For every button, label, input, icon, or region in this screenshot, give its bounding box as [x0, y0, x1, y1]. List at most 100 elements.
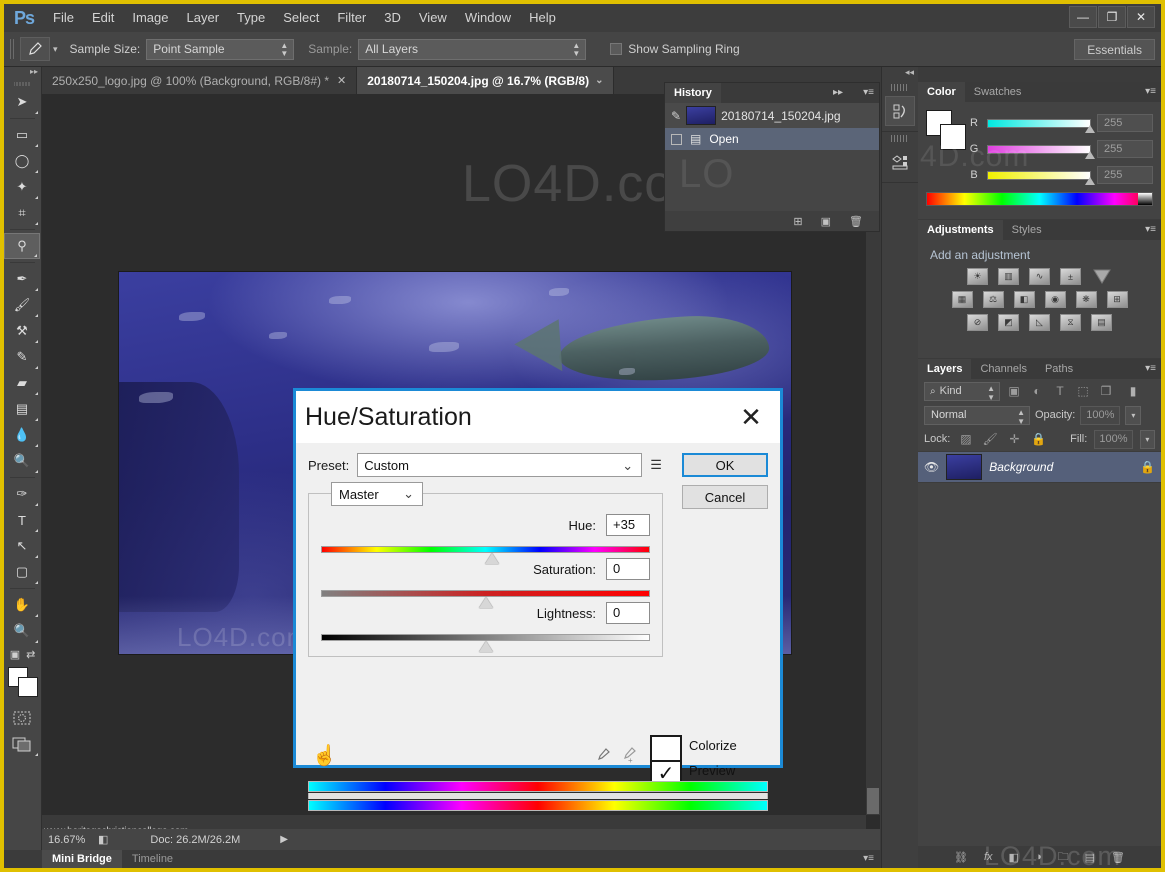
add-layer-mask-icon[interactable]: ◧	[1009, 851, 1019, 864]
lock-image-pixels-icon[interactable]: 🖌	[982, 432, 999, 446]
preset-select[interactable]: Custom ⌄	[357, 453, 642, 477]
new-layer-icon[interactable]: ▤	[1085, 851, 1095, 864]
dodge-tool[interactable]: 🔍	[4, 448, 40, 474]
tool-preset-chevron-icon[interactable]: ▾	[53, 44, 58, 55]
colorize-checkbox[interactable]	[650, 735, 682, 762]
ok-button[interactable]: OK	[682, 453, 768, 477]
eye-icon[interactable]: 👁	[924, 460, 939, 474]
menu-help[interactable]: Help	[520, 4, 565, 32]
bottom-dock-tab-timeline[interactable]: Timeline	[122, 850, 183, 868]
menu-select[interactable]: Select	[274, 4, 328, 32]
state-snapshot-toggle[interactable]	[671, 134, 682, 145]
filter-adjustment-icon[interactable]: ◐	[1028, 384, 1046, 398]
spot-healing-brush-tool[interactable]: ✒	[4, 266, 40, 292]
levels-icon[interactable]: ▥	[998, 268, 1019, 285]
channel-select[interactable]: Master ⌄	[331, 482, 423, 506]
eyedropper-icon[interactable]	[20, 37, 50, 61]
document-tab-2[interactable]: 20180714_150204.jpg @ 16.7% (RGB/8)⌄	[357, 67, 614, 94]
sample-size-select[interactable]: Point Sample ▲▼	[146, 39, 294, 60]
invert-icon[interactable]: ⊘	[967, 314, 988, 331]
history-brush-tool[interactable]: ✎	[4, 344, 40, 370]
filter-shape-icon[interactable]: ⬚	[1074, 384, 1092, 398]
color-swatches[interactable]	[926, 110, 963, 150]
options-bar-grip[interactable]	[10, 39, 15, 59]
eyedropper-icon[interactable]	[596, 747, 611, 766]
slider-thumb[interactable]	[1085, 151, 1095, 159]
hue-slider[interactable]	[321, 546, 650, 554]
eyedropper-tool[interactable]: ⚲	[4, 233, 40, 259]
lock-position-icon[interactable]: ✛	[1006, 432, 1023, 446]
menu-3d[interactable]: 3D	[375, 4, 410, 32]
minimize-button[interactable]: —	[1069, 6, 1097, 28]
menu-edit[interactable]: Edit	[83, 4, 123, 32]
panel-menu-icon[interactable]: ▾≡	[1145, 363, 1156, 374]
opacity-chevron-icon[interactable]: ▾	[1125, 406, 1141, 425]
channel-value-g[interactable]: 255	[1097, 140, 1153, 158]
add-layer-style-icon[interactable]: fx	[984, 851, 993, 863]
menu-layer[interactable]: Layer	[178, 4, 229, 32]
photo-filter-icon[interactable]: ◉	[1045, 291, 1066, 308]
colorize-row[interactable]: Colorize	[650, 735, 768, 762]
quick-selection-tool[interactable]: ✦	[4, 174, 40, 200]
tab-adjustments[interactable]: Adjustments	[918, 220, 1003, 240]
history-rail-icon[interactable]	[885, 96, 915, 126]
channel-value-b[interactable]: 255	[1097, 166, 1153, 184]
bottom-dock-tab-mini-bridge[interactable]: Mini Bridge	[42, 850, 122, 868]
menu-type[interactable]: Type	[228, 4, 274, 32]
saturation-slider[interactable]	[321, 590, 650, 598]
type-tool[interactable]: T	[4, 507, 40, 533]
color-lookup-icon[interactable]: ⊞	[1107, 291, 1128, 308]
mini-bridge-rail-icon[interactable]	[885, 147, 915, 177]
saturation-slider-thumb[interactable]	[479, 597, 493, 608]
rail-collapse-icon[interactable]: ◂◂	[882, 67, 918, 81]
tab-layers[interactable]: Layers	[918, 359, 971, 379]
eyedropper-plus-icon[interactable]: +	[622, 747, 639, 768]
path-selection-tool[interactable]: ↖	[4, 533, 40, 559]
tab-paths[interactable]: Paths	[1036, 359, 1082, 379]
default-colors-icon[interactable]: ▣	[10, 648, 20, 661]
swap-colors-icon[interactable]: ⇄	[26, 648, 35, 661]
scrollbar-thumb[interactable]	[867, 788, 879, 814]
saturation-value-input[interactable]: 0	[606, 558, 650, 580]
threshold-icon[interactable]: ◺	[1029, 314, 1050, 331]
foreground-background-colors[interactable]	[4, 665, 40, 699]
hue-slider-thumb[interactable]	[485, 553, 499, 564]
tab-overflow-icon[interactable]: ⌄	[595, 75, 603, 86]
zoom-tool[interactable]: 🔍	[4, 618, 40, 644]
gradient-map-icon[interactable]: ▤	[1091, 314, 1112, 331]
expand-icon[interactable]: ▸▸	[833, 87, 843, 98]
lock-transparent-pixels-icon[interactable]: ▨	[957, 432, 974, 446]
delete-state-icon[interactable]: 🗑	[849, 215, 863, 228]
channel-slider-r[interactable]	[987, 119, 1091, 128]
hue-saturation-icon[interactable]: ▦	[952, 291, 973, 308]
menu-filter[interactable]: Filter	[328, 4, 375, 32]
new-adjustment-layer-icon[interactable]: ◑	[1035, 851, 1042, 863]
fill-chevron-icon[interactable]: ▾	[1140, 430, 1155, 449]
toolbox-collapse-icon[interactable]: ▸▸	[4, 67, 41, 79]
background-color-swatch[interactable]	[18, 677, 38, 697]
channel-slider-g[interactable]	[987, 145, 1091, 154]
lightness-slider[interactable]	[321, 634, 650, 642]
cancel-button[interactable]: Cancel	[682, 485, 768, 509]
fill-value[interactable]: 100%	[1094, 430, 1132, 449]
filter-toggle-icon[interactable]: ▮	[1124, 384, 1142, 398]
tab-color[interactable]: Color	[918, 82, 965, 102]
menu-file[interactable]: File	[44, 4, 83, 32]
slider-thumb[interactable]	[1085, 125, 1095, 133]
lightness-slider-thumb[interactable]	[479, 641, 493, 652]
filter-type-icon[interactable]: T	[1051, 384, 1069, 398]
layer-row-background[interactable]: 👁 Background 🔒	[918, 451, 1161, 483]
new-document-from-state-icon[interactable]: ⊞	[793, 215, 802, 228]
delete-layer-icon[interactable]: 🗑	[1111, 851, 1125, 864]
curves-icon[interactable]: ∿	[1029, 268, 1050, 285]
color-balance-icon[interactable]: ⚖	[983, 291, 1004, 308]
rail-grip[interactable]	[891, 84, 909, 91]
channel-mixer-icon[interactable]: ❋	[1076, 291, 1097, 308]
channel-value-r[interactable]: 255	[1097, 114, 1153, 132]
move-tool[interactable]: ➤	[4, 89, 40, 115]
menu-window[interactable]: Window	[456, 4, 520, 32]
filter-smart-object-icon[interactable]: ❒	[1097, 384, 1115, 398]
hand-tool[interactable]: ✋	[4, 592, 40, 618]
menu-image[interactable]: Image	[123, 4, 177, 32]
sample-select[interactable]: All Layers ▲▼	[358, 39, 586, 60]
